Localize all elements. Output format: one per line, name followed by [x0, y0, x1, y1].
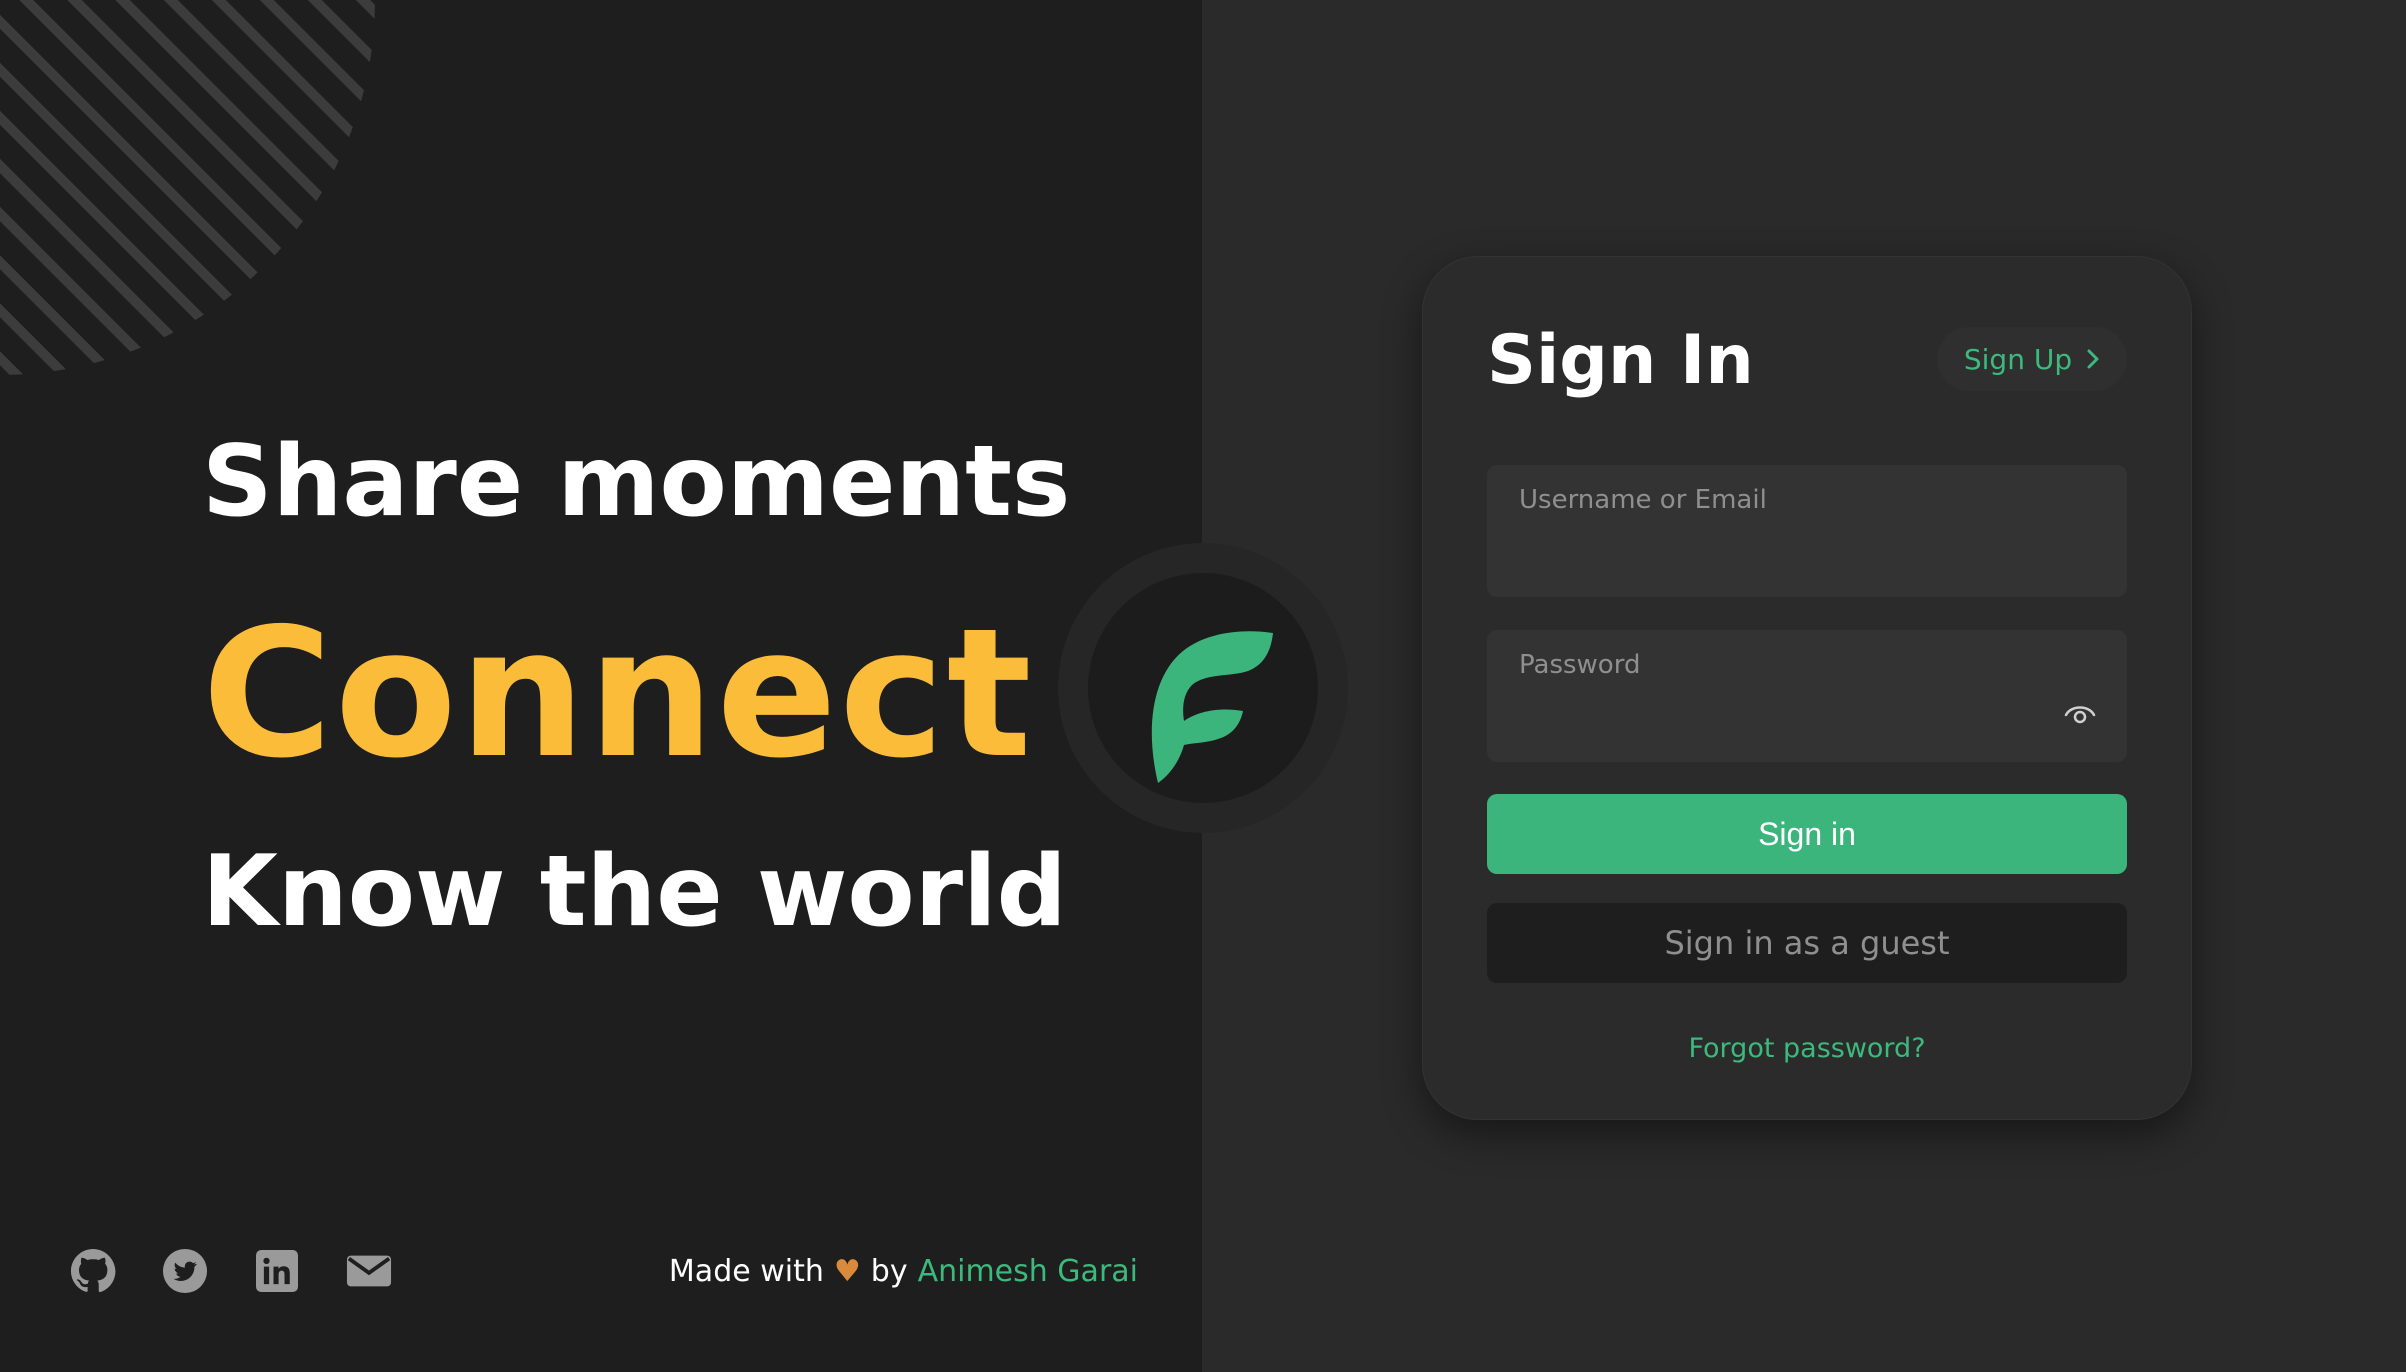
made-with-credit: Made with ♥ by Animesh Garai [669, 1254, 1138, 1289]
chevron-right-icon [2087, 349, 2099, 369]
twitter-icon[interactable] [162, 1248, 208, 1294]
hero-line-connect: Connect [202, 590, 1034, 797]
signin-card: Sign In Sign Up Username or Email Passwo… [1422, 256, 2192, 1120]
username-label: Username or Email [1519, 485, 1767, 515]
hero-line-know: Know the world [202, 835, 1067, 949]
signup-button[interactable]: Sign Up [1937, 327, 2127, 391]
left-panel: Share moments Connect Know the world Mad… [0, 0, 1202, 1372]
f-leaf-icon [1151, 631, 1273, 783]
forgot-password-link[interactable]: Forgot password? [1487, 1033, 2127, 1064]
app-logo [1058, 543, 1348, 833]
password-label: Password [1519, 650, 1641, 680]
by-text: by [870, 1254, 908, 1289]
made-with-text: Made with [668, 1254, 824, 1289]
guest-signin-button[interactable]: Sign in as a guest [1487, 903, 2127, 983]
mail-icon[interactable] [346, 1248, 392, 1294]
signin-title: Sign In [1487, 321, 1754, 400]
github-icon[interactable] [70, 1248, 116, 1294]
social-links [70, 1248, 392, 1294]
username-field[interactable]: Username or Email [1487, 465, 2127, 597]
decorative-stripes [0, 0, 375, 375]
signup-label: Sign Up [1963, 342, 2073, 376]
password-input[interactable] [1519, 692, 2063, 742]
hero-line-share: Share moments [202, 425, 1071, 539]
logo-badge [1088, 573, 1318, 803]
heart-icon: ♥ [833, 1254, 861, 1289]
username-input[interactable] [1519, 527, 2063, 577]
signin-submit-button[interactable]: Sign in [1487, 794, 2127, 874]
password-field[interactable]: Password [1487, 630, 2127, 762]
author-link[interactable]: Animesh Garai [918, 1254, 1138, 1289]
linkedin-icon[interactable] [254, 1248, 300, 1294]
eye-icon[interactable] [2063, 700, 2097, 732]
